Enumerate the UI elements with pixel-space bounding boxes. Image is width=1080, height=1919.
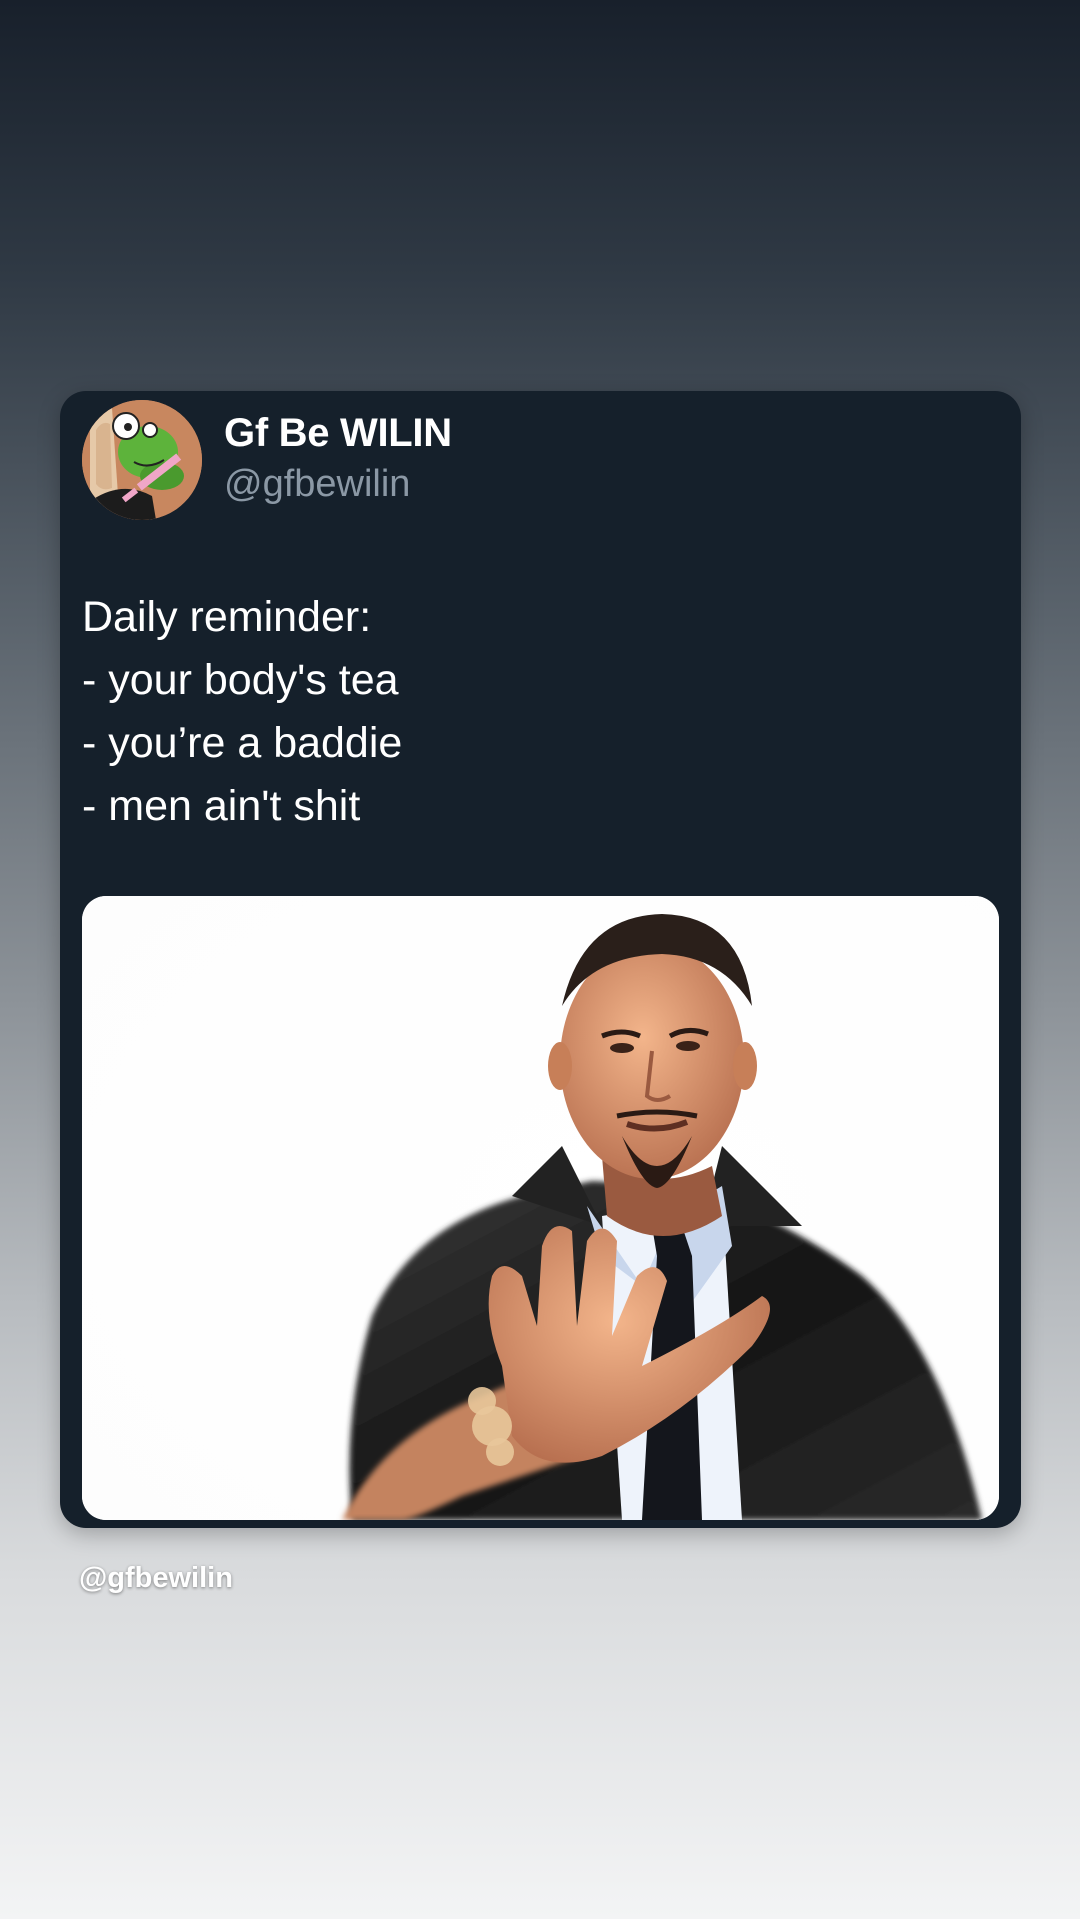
avatar[interactable] [82,400,202,520]
tweet-card[interactable]: Gf Be WILIN @gfbewilin Daily reminder: -… [60,391,1021,1528]
user-handle[interactable]: @gfbewilin [224,463,410,506]
watermark-handle: @gfbewilin [79,1562,233,1594]
tweet-text-line: - you’re a baddie [82,719,403,767]
display-name[interactable]: Gf Be WILIN [224,411,452,456]
story-screen: { "tweet": { "display_name": "Gf Be WILI… [0,0,1080,1919]
tweet-text: Daily reminder: - your body's tea - you’… [82,586,982,838]
tweet-text-line: Daily reminder: [82,593,372,641]
tweet-text-line: - your body's tea [82,656,399,704]
man-holding-out-hand-photo [82,896,999,1520]
tweet-text-line: - men ain't shit [82,782,361,830]
tweet-media-image[interactable] [82,896,999,1520]
kermit-avatar-icon [82,400,202,520]
